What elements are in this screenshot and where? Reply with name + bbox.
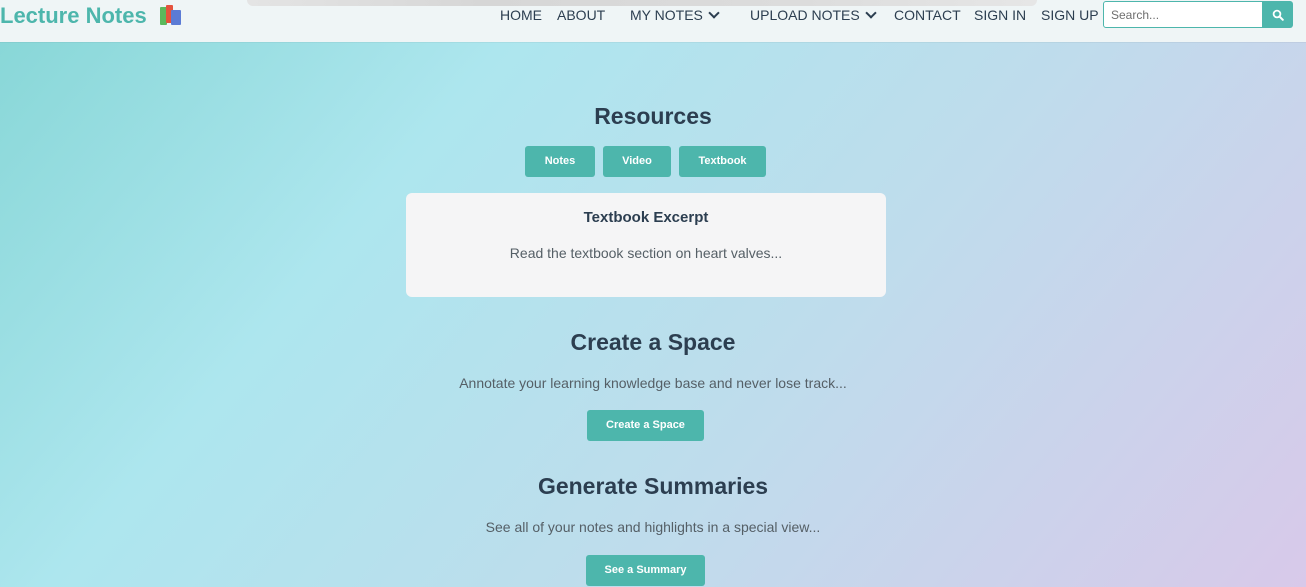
resources-section: Resources bbox=[0, 102, 1306, 130]
nav-my-notes[interactable]: MY NOTES bbox=[630, 7, 720, 23]
create-space-button[interactable]: Create a Space bbox=[587, 410, 704, 441]
resources-title: Resources bbox=[594, 103, 712, 129]
summaries-title: Generate Summaries bbox=[537, 473, 769, 499]
chevron-down-icon bbox=[708, 7, 720, 19]
create-space-title: Create a Space bbox=[570, 329, 736, 355]
nav-upload-notes-label: UPLOAD NOTES bbox=[750, 7, 860, 23]
nav-sign-in[interactable]: SIGN IN bbox=[974, 7, 1026, 23]
search-bar bbox=[1103, 1, 1293, 28]
resource-card: Textbook Excerpt Read the textbook secti… bbox=[406, 193, 886, 297]
nav-sign-up[interactable]: SIGN UP bbox=[1041, 7, 1099, 23]
search-icon bbox=[1272, 9, 1284, 21]
see-summary-button[interactable]: See a Summary bbox=[586, 555, 705, 586]
brand-logo[interactable]: Lecture Notes bbox=[0, 3, 184, 29]
nav-my-notes-label: MY NOTES bbox=[630, 7, 703, 23]
brand-name: Lecture Notes bbox=[0, 3, 147, 28]
top-navbar: Lecture Notes HOME ABOUT MY NOTES UPLOAD… bbox=[0, 0, 1306, 42]
create-space-description: Annotate your learning knowledge base an… bbox=[459, 375, 847, 391]
nav-home[interactable]: HOME bbox=[500, 7, 542, 23]
nav-contact[interactable]: CONTACT bbox=[894, 7, 961, 23]
card-text: Read the textbook section on heart valve… bbox=[509, 245, 783, 261]
books-icon bbox=[158, 4, 184, 28]
chevron-down-icon bbox=[865, 7, 877, 19]
nav-about[interactable]: ABOUT bbox=[557, 7, 605, 23]
summaries-description: See all of your notes and highlights in … bbox=[485, 519, 821, 535]
tab-textbook[interactable]: Textbook bbox=[679, 146, 766, 177]
card-title: Textbook Excerpt bbox=[583, 209, 709, 226]
summaries-section: Generate Summaries bbox=[0, 472, 1306, 500]
tab-notes[interactable]: Notes bbox=[525, 146, 595, 177]
nav-upload-notes[interactable]: UPLOAD NOTES bbox=[750, 7, 877, 23]
search-input[interactable] bbox=[1103, 1, 1263, 28]
hero-image-strip bbox=[247, 0, 1037, 6]
search-button[interactable] bbox=[1263, 1, 1293, 28]
create-space-section: Create a Space bbox=[0, 328, 1306, 356]
tab-video[interactable]: Video bbox=[603, 146, 671, 177]
